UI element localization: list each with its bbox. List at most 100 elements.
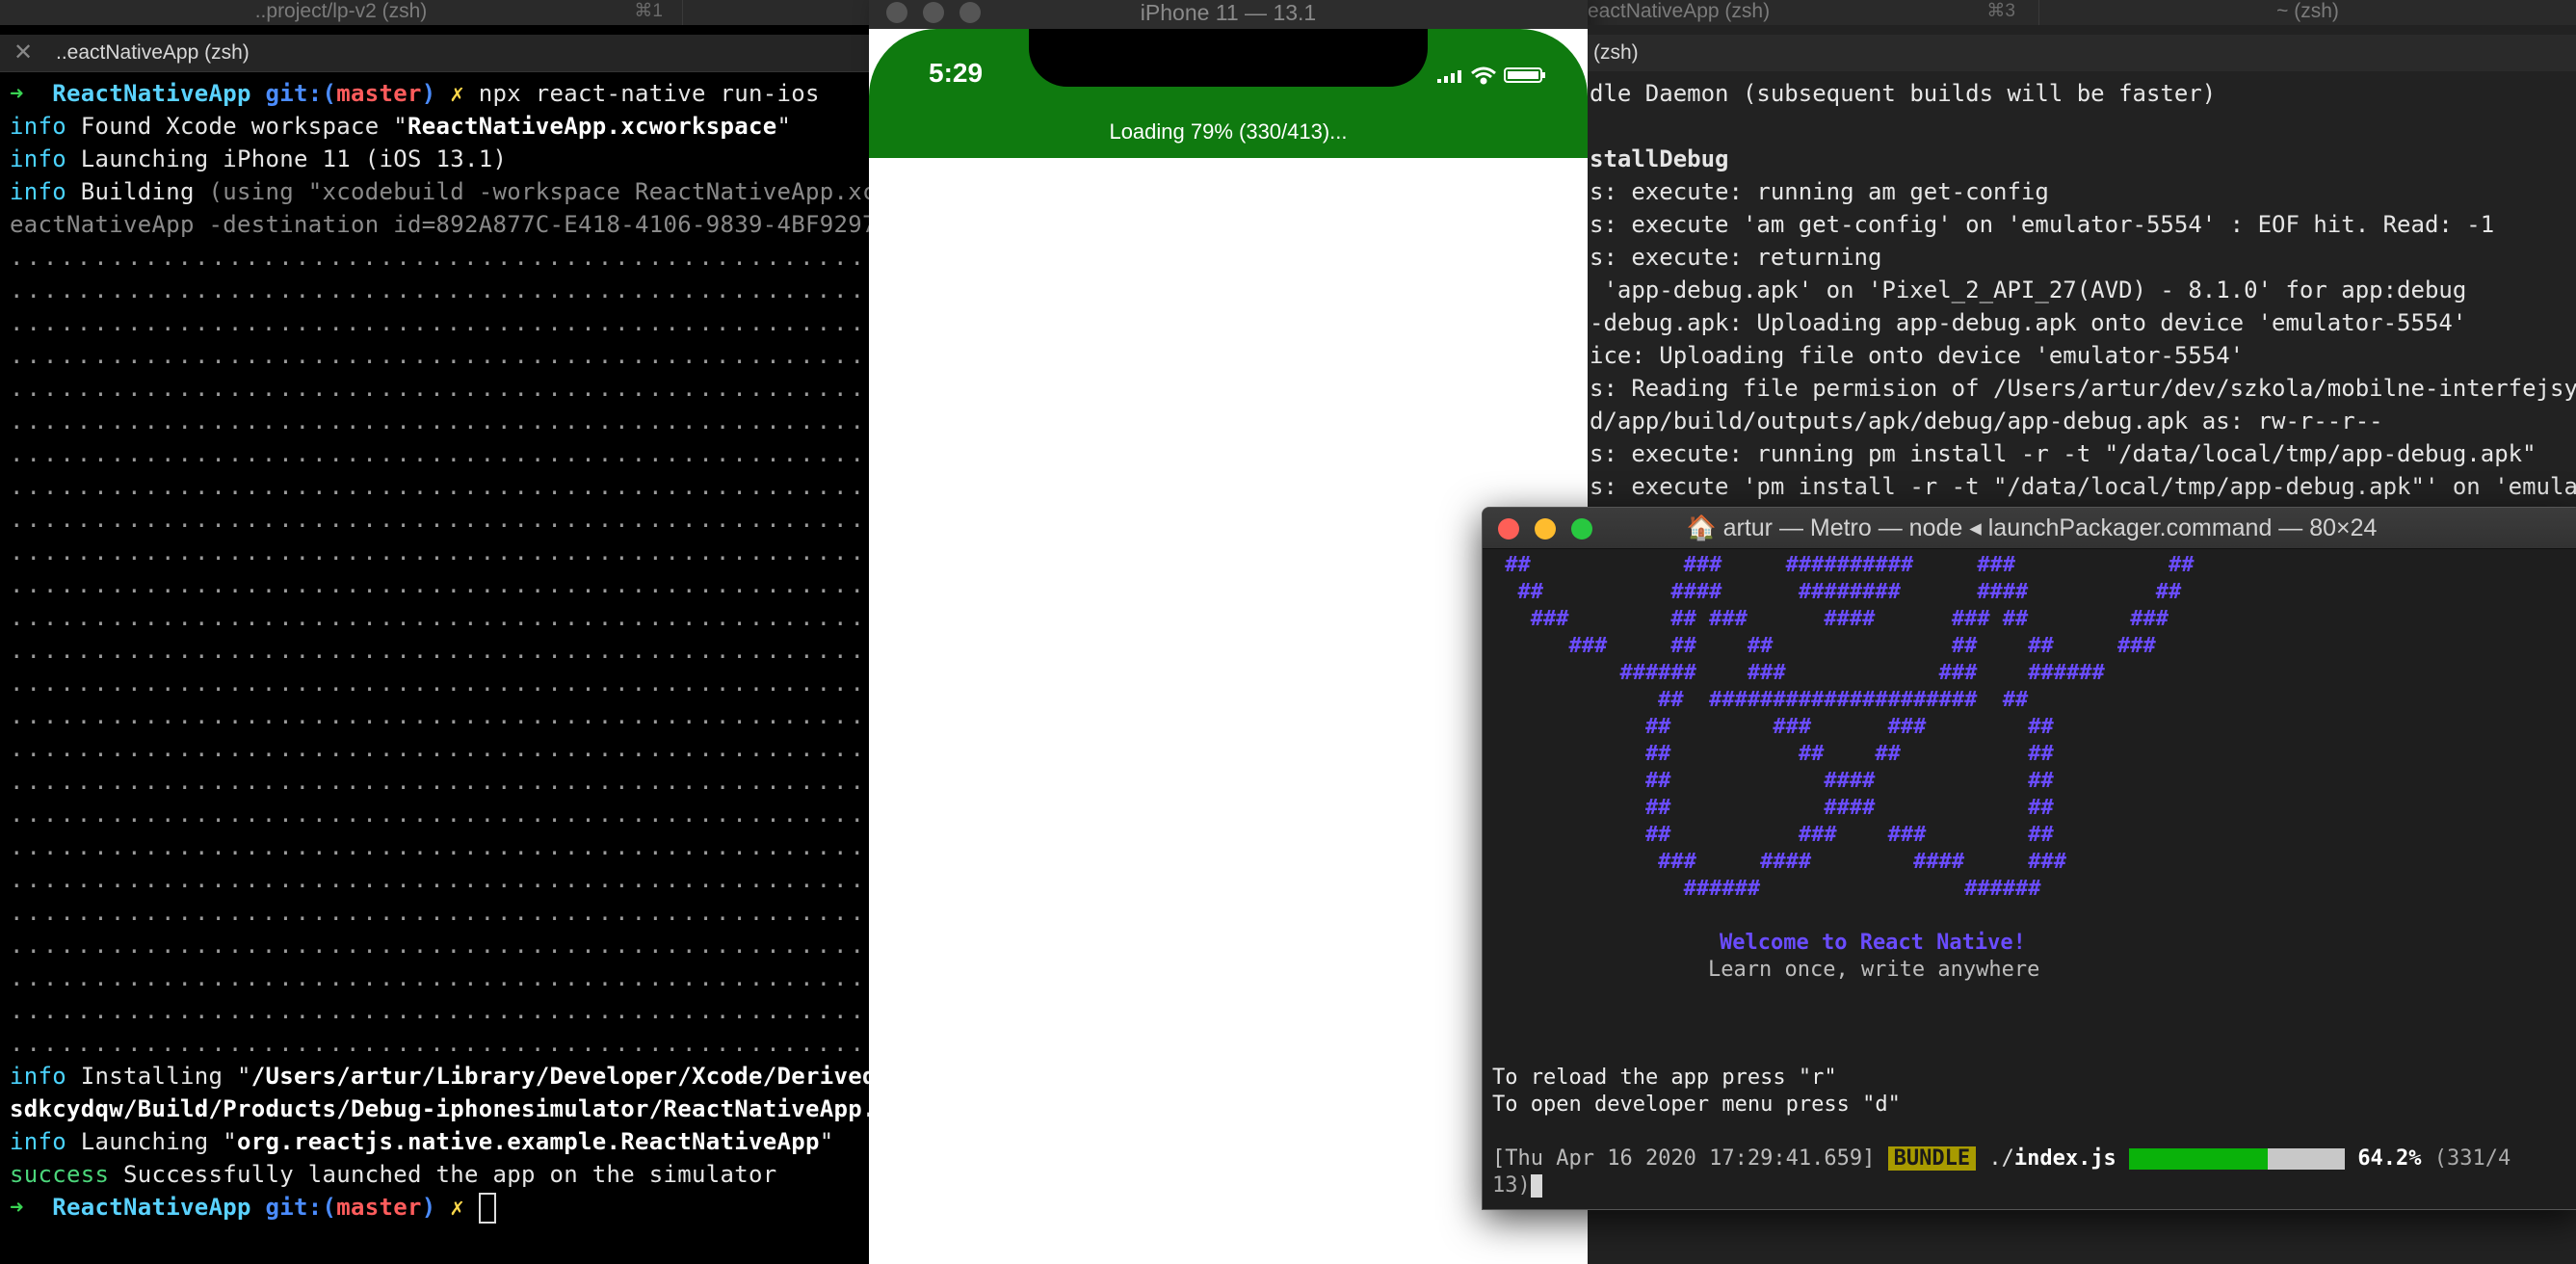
terminal-line: ➜ ReactNativeApp git:(master) ✗ npx reac… <box>10 77 869 110</box>
device-status-bar: 5:29 Loading 79% (330/413)... <box>869 29 1588 158</box>
progress-fraction-tail: 13) <box>1492 1173 1531 1198</box>
build-dots-line: ........................................… <box>10 309 869 336</box>
build-progress-dots: ........................................… <box>10 241 869 1060</box>
wifi-icon <box>1471 66 1496 85</box>
close-button[interactable] <box>886 2 907 23</box>
build-dots-line: ........................................… <box>10 964 869 991</box>
minimize-button[interactable] <box>923 2 944 23</box>
react-logo-line: ## #### ## <box>1492 769 2054 793</box>
build-dots-line: ........................................… <box>10 637 869 664</box>
build-dots-line: ........................................… <box>10 473 869 500</box>
info-label: info <box>10 1128 66 1155</box>
metro-terminal-window[interactable]: 🏠 artur — Metro — node ◂ launchPackager.… <box>1482 507 2576 1210</box>
prompt-branch: master <box>336 80 422 107</box>
react-logo-line: ## ##################### ## <box>1492 688 2029 712</box>
tab-label: ~ (zsh) <box>2276 0 2339 22</box>
info-label: info <box>10 113 66 140</box>
bundle-path-prefix: ./ <box>1976 1146 2014 1171</box>
device-notch <box>1029 29 1428 87</box>
build-dots-line: ........................................… <box>10 768 869 795</box>
bundle-file: index.js <box>2013 1146 2116 1171</box>
line-text: Launching " <box>80 1128 237 1155</box>
tab-shortcut: ⌘1 <box>634 1 663 21</box>
build-dots-line: ........................................… <box>10 506 869 533</box>
prompt-git-close: ) <box>421 1194 436 1221</box>
line-text: Building <box>80 178 209 205</box>
prompt-git: git:( <box>265 1194 337 1221</box>
terminal-line: s: execute 'am get-config' on 'emulator-… <box>1590 211 2495 238</box>
react-logo-line: ## ### ### ## <box>1492 715 2054 739</box>
progress-percent: 64.2% <box>2357 1146 2422 1171</box>
bundle-progress-line: [Thu Apr 16 2020 17:29:41.659] BUNDLE ./… <box>1492 1146 2510 1172</box>
terminal-line: eactNativeApp -destination id=892A877C-E… <box>10 211 869 238</box>
prompt-arrow: ➜ <box>10 1194 24 1221</box>
left-terminal-pane[interactable]: ✕ ..eactNativeApp (zsh) ➜ ReactNativeApp… <box>0 25 869 1264</box>
build-dots-line: ........................................… <box>10 899 869 926</box>
window-title: 🏠 artur — Metro — node ◂ launchPackager.… <box>1686 514 2378 541</box>
terminal-line: info Launching "org.reactjs.native.examp… <box>10 1125 869 1158</box>
line-text: " <box>776 113 792 140</box>
terminal-prompt-line[interactable]: ➜ ReactNativeApp git:(master) ✗ <box>10 1191 869 1224</box>
close-icon[interactable]: ✕ <box>13 35 33 71</box>
prompt-dirty-mark: ✗ <box>450 80 464 107</box>
tagline-text: Learn once, write anywhere <box>1708 958 2040 982</box>
simulator-titlebar: iPhone 11 — 13.1 <box>869 0 1588 29</box>
build-dots-line: ........................................… <box>10 276 869 303</box>
welcome-text: Welcome to React Native! <box>1720 931 2026 955</box>
bundle-badge: BUNDLE <box>1887 1146 1977 1171</box>
terminal-line: d/app/build/outputs/apk/debug/app-debug.… <box>1590 408 2383 434</box>
react-logo-line: ### ## ## ## ## ### <box>1492 634 2156 658</box>
line-text-dim: (using "xcodebuild -workspace ReactNativ… <box>208 178 870 205</box>
pane-title: ..eactNativeApp (zsh) <box>56 41 250 64</box>
terminal-output: ## ### ########## ### ## ## #### ## #####… <box>1492 552 2510 1199</box>
line-text: Successfully launched the app on the sim… <box>123 1161 777 1188</box>
react-logo-line: ## ### ### ## <box>1492 823 2054 847</box>
tab-shortcut: ⌘3 <box>1986 1 2015 21</box>
build-dots-line: ........................................… <box>10 932 869 959</box>
line-text: Launching iPhone 11 (iOS 13.1) <box>80 145 508 172</box>
iphone-simulator-window[interactable]: iPhone 11 — 13.1 5:29 Loading 79% (330/4… <box>869 0 1588 1264</box>
simulator-title: iPhone 11 — 13.1 <box>1140 0 1317 25</box>
terminal-line: success Successfully launched the app on… <box>10 1158 869 1191</box>
tab-project-lp-v2[interactable]: ..project/lp-v2 (zsh) ⌘1 <box>0 0 683 25</box>
build-dots-line: ........................................… <box>10 1030 869 1057</box>
terminal-line: 'app-debug.apk' on 'Pixel_2_API_27(AVD) … <box>1590 276 2467 303</box>
tab-second[interactable] <box>683 0 870 25</box>
progress-fraction: (331/4 <box>2421 1146 2511 1171</box>
build-dots-line: ........................................… <box>10 440 869 467</box>
terminal-line: -debug.apk: Uploading app-debug.apk onto… <box>1590 309 2467 336</box>
loading-banner: Loading 79% (330/413)... <box>1109 119 1348 144</box>
tab-label: ..project/lp-v2 (zsh) <box>254 0 428 22</box>
text-cursor <box>1530 1174 1542 1198</box>
terminal-line: ice: Uploading file onto device 'emulato… <box>1590 342 2245 369</box>
reload-hint: To reload the app press "r" <box>1492 1066 1837 1090</box>
terminal-line: s: Reading file permision of /Users/artu… <box>1590 375 2576 402</box>
build-dots-line: ........................................… <box>10 571 869 598</box>
react-logo-line: ###### ### ### ###### <box>1492 661 2105 685</box>
line-text: Installing " <box>80 1063 251 1090</box>
prompt-git: git:( <box>265 80 337 107</box>
build-dots-line: ........................................… <box>10 244 869 271</box>
react-logo-line: ## ### ########## ### ## <box>1492 553 2195 577</box>
react-logo-line: ### #### #### ### <box>1492 850 2067 874</box>
bundle-progress-fill <box>2129 1148 2268 1170</box>
build-dots-line: ........................................… <box>10 604 869 631</box>
info-label: info <box>10 1063 66 1090</box>
signal-icon <box>1437 70 1461 83</box>
terminal-line: s: execute: running am get-config <box>1590 178 2049 205</box>
build-dots-line: ........................................… <box>10 997 869 1024</box>
zoom-button[interactable] <box>959 2 981 23</box>
line-text: " <box>819 1128 834 1155</box>
app-screen[interactable] <box>869 158 1588 1264</box>
tab-react-native-app[interactable]: eactNativeApp (zsh) ⌘3 <box>1588 0 2039 25</box>
prompt-dir: ReactNativeApp <box>52 1194 251 1221</box>
terminal-line: info Found Xcode workspace "ReactNativeA… <box>10 110 869 143</box>
build-dots-line: ........................................… <box>10 866 869 893</box>
tab-home[interactable]: ~ (zsh) <box>2039 0 2576 25</box>
terminal-line: info Launching iPhone 11 (iOS 13.1) <box>10 143 869 175</box>
build-dots-line: ........................................… <box>10 735 869 762</box>
bundle-progress-bar <box>2129 1148 2346 1170</box>
terminal-line: info Installing "/Users/artur/Library/De… <box>10 1060 869 1093</box>
install-path: /Users/artur/Library/Developer/Xcode/Der… <box>250 1063 869 1090</box>
